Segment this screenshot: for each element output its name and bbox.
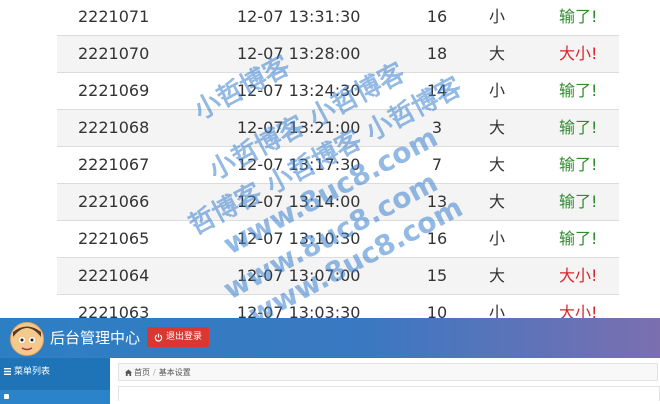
list-icon xyxy=(4,368,11,375)
round-number: 15 xyxy=(426,266,448,285)
admin-title: 后台管理中心 xyxy=(50,329,141,347)
round-time: 12-07 13:10:30 xyxy=(237,229,361,248)
round-result: 输了! xyxy=(559,155,598,174)
table-row: 2221064 12-07 13:07:00 15 大 大小! xyxy=(57,258,619,295)
breadcrumb-home[interactable]: 首页 xyxy=(134,368,150,377)
breadcrumb-separator: / xyxy=(153,368,156,377)
table-row: 2221067 12-07 13:17:30 7 大 输了! xyxy=(57,147,619,184)
round-time: 12-07 13:21:00 xyxy=(237,118,361,137)
round-number: 16 xyxy=(426,7,448,26)
round-result: 输了! xyxy=(559,229,598,248)
round-size: 大 xyxy=(489,192,506,211)
logout-button[interactable]: 退出登录 xyxy=(147,327,210,347)
round-id: 2221064 xyxy=(78,266,150,285)
table-row: 2221065 12-07 13:10:30 16 小 输了! xyxy=(57,221,619,258)
round-number: 13 xyxy=(426,192,448,211)
admin-header: 后台管理中心 退出登录 xyxy=(0,318,660,358)
round-time: 12-07 13:07:00 xyxy=(237,266,361,285)
round-size: 小 xyxy=(489,229,506,248)
round-id: 2221066 xyxy=(78,192,150,211)
round-size: 大 xyxy=(489,155,506,174)
round-time: 12-07 13:24:30 xyxy=(237,81,361,100)
round-size: 大 xyxy=(489,266,506,285)
main-content: 首页 / 基本设置 xyxy=(110,358,660,401)
round-result: 大小! xyxy=(559,44,598,63)
sidebar-item-basic-settings[interactable] xyxy=(0,390,110,404)
table-row: 2221070 12-07 13:28:00 18 大 大小! xyxy=(57,36,619,73)
round-time: 12-07 13:14:00 xyxy=(237,192,361,211)
content-card xyxy=(118,386,660,401)
sidebar-heading: 菜单列表 xyxy=(0,358,110,386)
round-id: 2221068 xyxy=(78,118,150,137)
round-number: 3 xyxy=(431,118,443,137)
avatar xyxy=(10,322,44,356)
round-time: 12-07 13:28:00 xyxy=(237,44,361,63)
round-id: 2221065 xyxy=(78,229,150,248)
round-number: 18 xyxy=(426,44,448,63)
round-size: 大 xyxy=(489,118,506,137)
round-number: 14 xyxy=(426,81,448,100)
table-row: 2221071 12-07 13:31:30 16 小 输了! xyxy=(57,0,619,36)
home-icon xyxy=(125,369,132,376)
round-size: 小 xyxy=(489,7,506,26)
breadcrumb: 首页 / 基本设置 xyxy=(118,363,658,381)
round-number: 16 xyxy=(426,229,448,248)
gear-icon xyxy=(4,394,9,399)
round-size: 小 xyxy=(489,81,506,100)
round-result: 输了! xyxy=(559,81,598,100)
round-number: 7 xyxy=(431,155,443,174)
round-id: 2221067 xyxy=(78,155,150,174)
sidebar: 菜单列表 xyxy=(0,358,110,404)
table-row: 2221068 12-07 13:21:00 3 大 输了! xyxy=(57,110,619,147)
table-row: 2221066 12-07 13:14:00 13 大 输了! xyxy=(57,184,619,221)
round-time: 12-07 13:31:30 xyxy=(237,7,361,26)
round-time: 12-07 13:17:30 xyxy=(237,155,361,174)
round-size: 大 xyxy=(489,44,506,63)
round-id: 2221069 xyxy=(78,81,150,100)
round-id: 2221070 xyxy=(78,44,150,63)
table-row: 2221069 12-07 13:24:30 14 小 输了! xyxy=(57,73,619,110)
power-icon xyxy=(154,333,163,341)
breadcrumb-current: 基本设置 xyxy=(158,368,191,377)
round-result: 输了! xyxy=(559,192,598,211)
logout-label: 退出登录 xyxy=(166,332,203,342)
round-result: 输了! xyxy=(559,7,598,26)
round-id: 2221071 xyxy=(78,7,150,26)
round-result: 输了! xyxy=(559,118,598,137)
round-result: 大小! xyxy=(559,266,598,285)
sidebar-heading-label: 菜单列表 xyxy=(14,367,51,377)
